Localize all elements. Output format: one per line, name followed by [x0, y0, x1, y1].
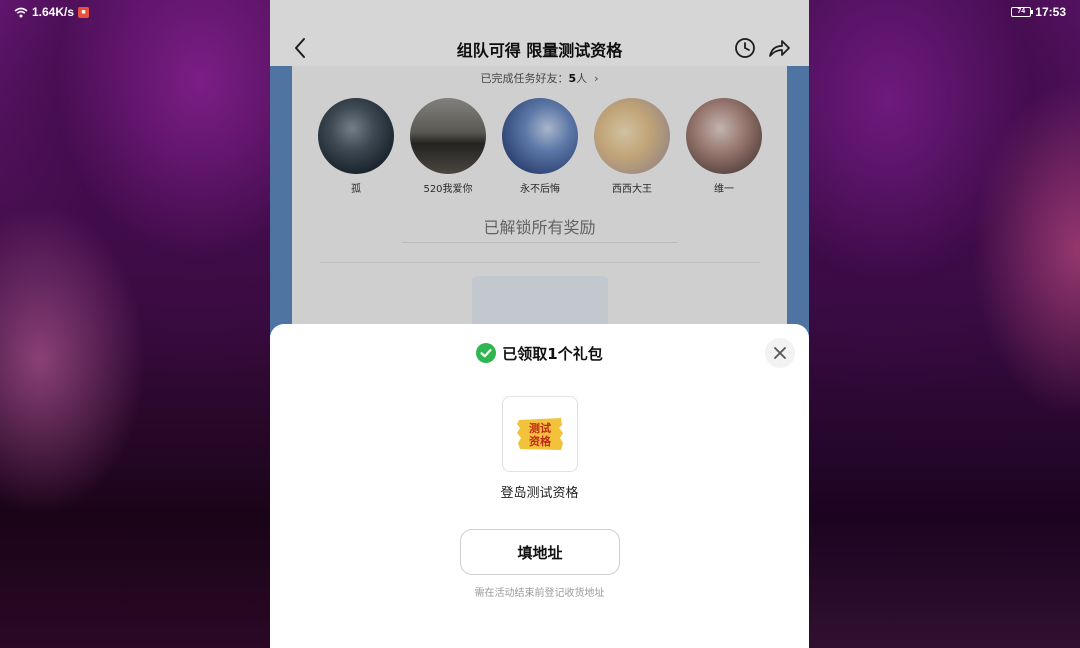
close-icon — [774, 347, 786, 359]
reward-claimed-sheet: 已领取1个礼包 测试 资格 登岛测试资格 填地址 需在活动结束前登记收货地址 — [270, 324, 809, 648]
ticket-text-line-1: 测试 — [529, 421, 551, 435]
sheet-title: 已领取1个礼包 — [502, 344, 603, 363]
check-circle-icon — [476, 343, 497, 363]
status-bar-left: 1.64K/s ■ — [14, 4, 90, 20]
status-bar-right: 74 17:53 — [1011, 4, 1066, 20]
address-hint: 需在活动结束前登记收货地址 — [474, 588, 605, 599]
test-qualification-ticket-icon: 测试 资格 — [517, 418, 563, 450]
fill-address-button[interactable]: 填地址 — [460, 529, 620, 575]
wallpaper-right — [808, 0, 1080, 648]
network-speed: 1.64K/s — [32, 5, 75, 19]
close-button[interactable] — [765, 338, 795, 368]
sheet-header: 已领取1个礼包 — [270, 342, 809, 364]
ticket-text-line-2: 资格 — [529, 434, 552, 448]
gift-name: 登岛测试资格 — [500, 486, 579, 501]
wifi-icon — [14, 7, 28, 17]
app-notification-icon: ■ — [78, 6, 90, 18]
gift-item-card: 测试 资格 — [502, 396, 578, 472]
wallpaper-left — [0, 0, 272, 648]
clock-time: 17:53 — [1035, 5, 1066, 19]
battery-icon: 74 — [1011, 7, 1034, 17]
